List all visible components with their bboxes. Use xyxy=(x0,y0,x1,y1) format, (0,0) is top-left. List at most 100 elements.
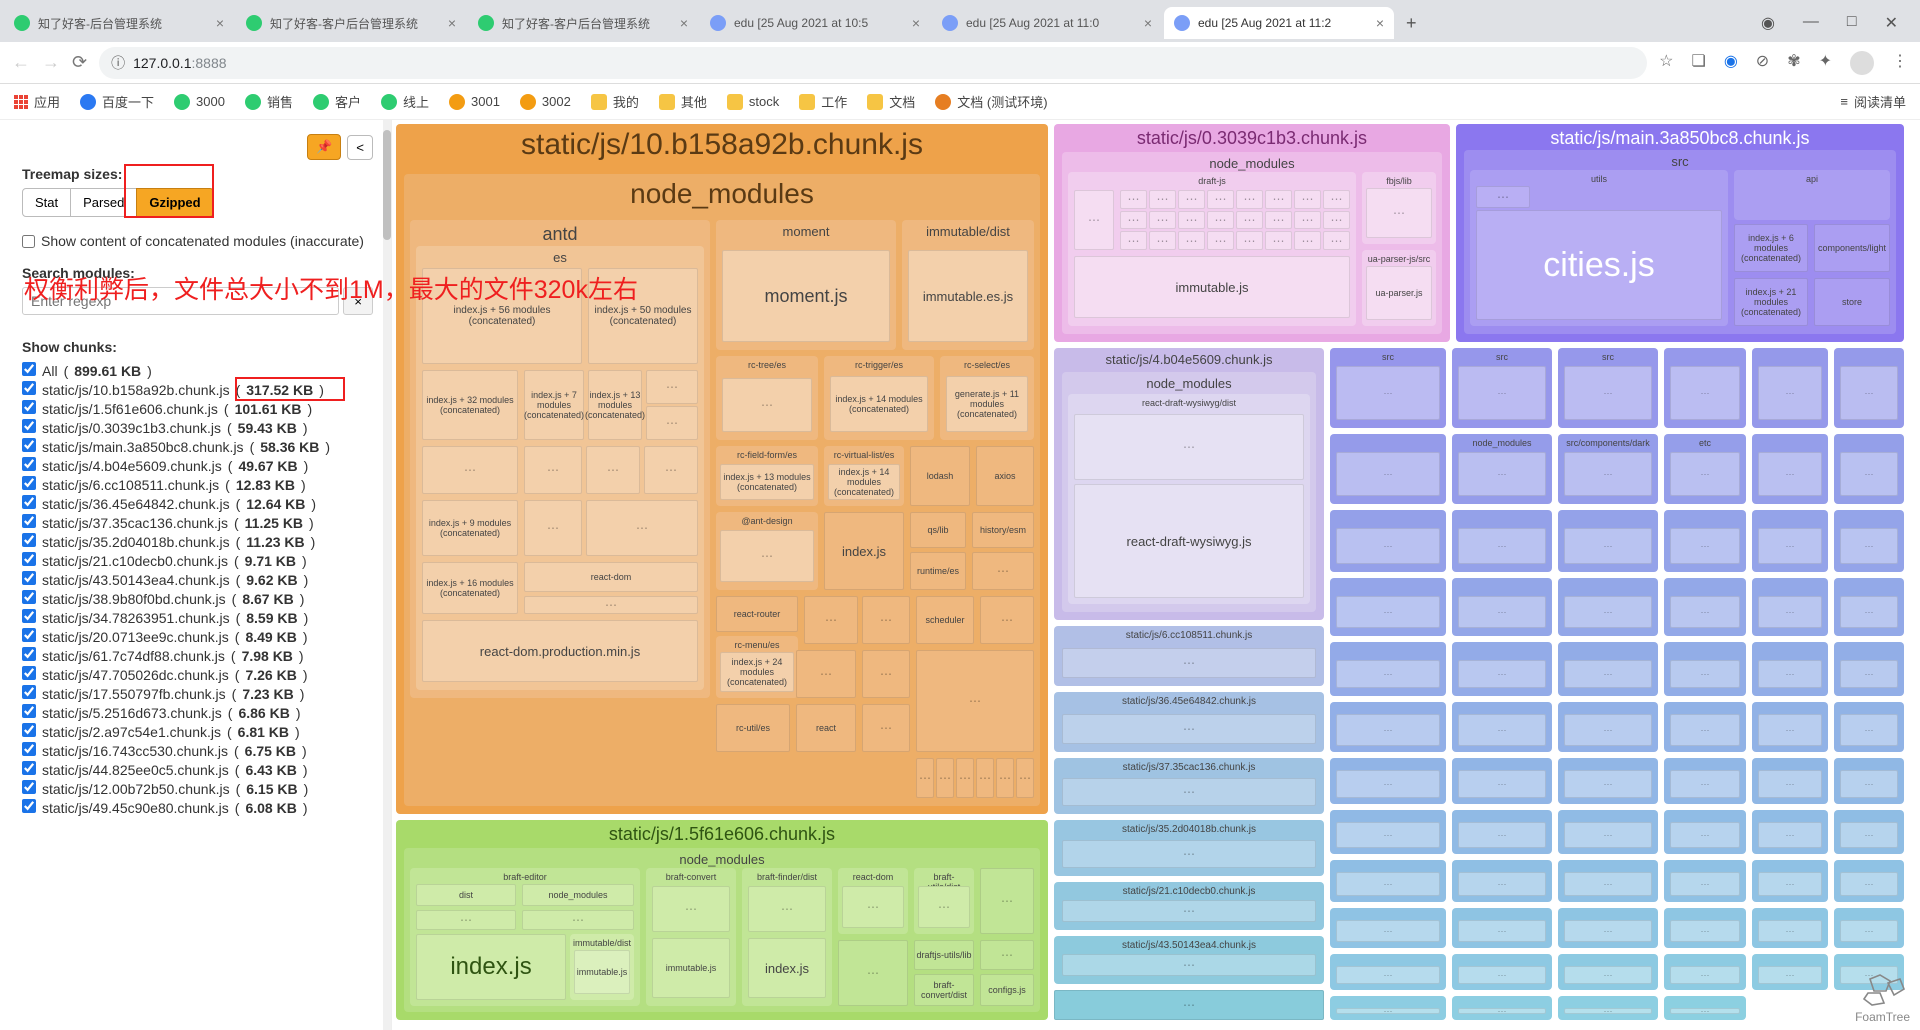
chunk-row[interactable]: static/js/12.00b72b50.chunk.js (6.15 KB) xyxy=(22,779,373,798)
bookmark-item[interactable]: 我的 xyxy=(591,92,639,111)
treemap-cell[interactable]: ⋯ xyxy=(1834,642,1904,696)
chunk-checkbox[interactable] xyxy=(22,761,36,775)
treemap-cell[interactable]: src/components/dark⋯ xyxy=(1558,434,1658,504)
treemap-cell[interactable]: ⋯ xyxy=(1752,642,1828,696)
reading-list-button[interactable]: ≡ 阅读清单 xyxy=(1840,92,1906,111)
treemap-cell[interactable]: ⋯ xyxy=(1330,434,1446,504)
treemap-cell[interactable]: ⋯ xyxy=(1834,702,1904,752)
chunk-checkbox[interactable] xyxy=(22,362,36,376)
tab-close-icon[interactable]: × xyxy=(680,15,688,31)
site-info-icon[interactable]: ⓘ xyxy=(111,53,125,73)
treemap-cell[interactable]: ⋯ xyxy=(1558,860,1658,902)
treemap-cell[interactable]: ⋯ xyxy=(1834,348,1904,428)
treemap-cell[interactable]: ⋯ xyxy=(1834,510,1904,572)
size-parsed-button[interactable]: Parsed xyxy=(71,188,136,217)
treemap-cell[interactable]: ⋯ xyxy=(1558,954,1658,990)
chunk-checkbox[interactable] xyxy=(22,438,36,452)
chunk-checkbox[interactable] xyxy=(22,514,36,528)
minimize-icon[interactable]: — xyxy=(1803,13,1819,33)
tab-close-icon[interactable]: × xyxy=(1144,15,1152,31)
treemap-cell[interactable]: ⋯ xyxy=(1558,510,1658,572)
treemap-cell[interactable]: src⋯ xyxy=(1452,348,1552,428)
browser-tab[interactable]: 知了好客-客户后台管理系统 × xyxy=(236,7,466,40)
chunk-row[interactable]: static/js/16.743cc530.chunk.js (6.75 KB) xyxy=(22,741,373,760)
show-concat-checkbox[interactable] xyxy=(22,235,35,248)
star-icon[interactable]: ☆ xyxy=(1659,51,1673,75)
treemap-cell[interactable]: ⋯ xyxy=(1752,348,1828,428)
menu-icon[interactable]: ⋮ xyxy=(1892,51,1908,75)
chunk-checkbox[interactable] xyxy=(22,419,36,433)
treemap-cell[interactable]: ⋯ xyxy=(1664,954,1746,990)
treemap-cell[interactable]: src⋯ xyxy=(1558,348,1658,428)
chunk-row[interactable]: static/js/35.2d04018b.chunk.js (11.23 KB… xyxy=(22,532,373,551)
profile-avatar[interactable] xyxy=(1850,51,1874,75)
pin-button[interactable]: 📌 xyxy=(307,134,341,160)
chunk-checkbox[interactable] xyxy=(22,571,36,585)
treemap-cell[interactable]: ⋯ xyxy=(1330,954,1446,990)
chunk-row[interactable]: static/js/21.c10decb0.chunk.js (9.71 KB) xyxy=(22,551,373,570)
treemap-cell[interactable]: ⋯ xyxy=(1558,810,1658,854)
treemap-cell[interactable]: ⋯ xyxy=(1752,954,1828,990)
bookmark-item[interactable]: 工作 xyxy=(799,92,847,111)
bookmark-item[interactable]: 文档 (测试环境) xyxy=(935,92,1047,111)
close-window-icon[interactable]: ✕ xyxy=(1885,13,1898,33)
treemap-cell[interactable]: ⋯ xyxy=(1558,908,1658,948)
chunk-row[interactable]: static/js/20.0713ee9c.chunk.js (8.49 KB) xyxy=(22,627,373,646)
chunk-checkbox[interactable] xyxy=(22,799,36,813)
treemap-cell[interactable]: ⋯ xyxy=(1558,642,1658,696)
browser-tab[interactable]: edu [25 Aug 2021 at 10:5 × xyxy=(700,7,930,39)
chunk-checkbox[interactable] xyxy=(22,552,36,566)
treemap-cell[interactable]: ⋯ xyxy=(1752,510,1828,572)
treemap-cell[interactable]: ⋯ xyxy=(1452,954,1552,990)
treemap-cell[interactable]: ⋯ xyxy=(1752,810,1828,854)
chunk-checkbox[interactable] xyxy=(22,495,36,509)
chunk-row[interactable]: static/js/43.50143ea4.chunk.js (9.62 KB) xyxy=(22,570,373,589)
treemap-cell[interactable]: ⋯ xyxy=(1834,434,1904,504)
chunk-row[interactable]: static/js/10.b158a92b.chunk.js (317.52 K… xyxy=(22,380,373,399)
bookmark-item[interactable]: 3001 xyxy=(449,94,500,110)
treemap-cell[interactable]: ⋯ xyxy=(1452,810,1552,854)
treemap-cell[interactable]: ⋯ xyxy=(1558,758,1658,804)
treemap-cell[interactable]: ⋯ xyxy=(1664,860,1746,902)
bookmark-item[interactable]: 其他 xyxy=(659,92,707,111)
treemap-cell[interactable]: etc⋯ xyxy=(1664,434,1746,504)
chunk-row[interactable]: static/js/6.cc108511.chunk.js (12.83 KB) xyxy=(22,475,373,494)
treemap-cell[interactable]: src⋯ xyxy=(1330,348,1446,428)
chunk-row[interactable]: static/js/61.7c74df88.chunk.js (7.98 KB) xyxy=(22,646,373,665)
treemap-cell[interactable]: ⋯ xyxy=(1330,702,1446,752)
treemap-cell[interactable]: ⋯ xyxy=(1452,642,1552,696)
treemap-cell[interactable]: ⋯ xyxy=(1834,810,1904,854)
chunk-row[interactable]: static/js/47.705026dc.chunk.js (7.26 KB) xyxy=(22,665,373,684)
treemap-cell[interactable]: ⋯ xyxy=(1330,810,1446,854)
chunk-row[interactable]: static/js/49.45c90e80.chunk.js (6.08 KB) xyxy=(22,798,373,817)
chunk-row[interactable]: static/js/34.78263951.chunk.js (8.59 KB) xyxy=(22,608,373,627)
chunk-row[interactable]: static/js/0.3039c1b3.chunk.js (59.43 KB) xyxy=(22,418,373,437)
tab-close-icon[interactable]: × xyxy=(1376,15,1384,31)
treemap-cell[interactable]: ⋯ xyxy=(1558,996,1658,1020)
chunk-checkbox[interactable] xyxy=(22,533,36,547)
treemap-cell[interactable]: ⋯ xyxy=(1752,578,1828,636)
tracker-icon[interactable]: ⊘ xyxy=(1756,51,1769,75)
extensions-icon[interactable]: ✦ xyxy=(1819,51,1832,75)
chunk-checkbox[interactable] xyxy=(22,628,36,642)
treemap-cell[interactable]: ⋯ xyxy=(1558,702,1658,752)
back-button[interactable]: ← xyxy=(12,52,30,73)
chunk-row[interactable]: static/js/44.825ee0c5.chunk.js (6.43 KB) xyxy=(22,760,373,779)
bookmark-item[interactable]: 销售 xyxy=(245,92,293,111)
chunk-checkbox[interactable] xyxy=(22,381,36,395)
treemap-cell[interactable]: ⋯ xyxy=(1452,510,1552,572)
treemap-cell[interactable]: ⋯ xyxy=(1330,510,1446,572)
chunk-row[interactable]: static/js/36.45e64842.chunk.js (12.64 KB… xyxy=(22,494,373,513)
treemap-cell[interactable]: ⋯ xyxy=(1330,642,1446,696)
chunk-checkbox[interactable] xyxy=(22,476,36,490)
treemap-cell[interactable]: ⋯ xyxy=(1452,758,1552,804)
treemap-cell[interactable]: ⋯ xyxy=(1452,908,1552,948)
chunk-checkbox[interactable] xyxy=(22,780,36,794)
treemap-cell[interactable]: ⋯ xyxy=(1452,702,1552,752)
treemap[interactable]: static/js/10.b158a92b.chunk.js node_modu… xyxy=(392,120,1920,1030)
tab-close-icon[interactable]: × xyxy=(448,15,456,31)
treemap-cell[interactable]: ⋯ xyxy=(1452,996,1552,1020)
treemap-cell[interactable]: ⋯ xyxy=(1452,860,1552,902)
tab-close-icon[interactable]: × xyxy=(216,15,224,31)
bookmark-item[interactable]: 3000 xyxy=(174,94,225,110)
